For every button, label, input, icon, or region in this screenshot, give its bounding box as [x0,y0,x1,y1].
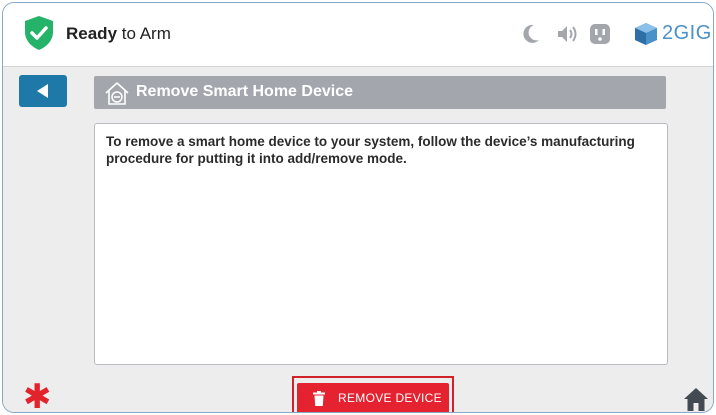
asterisk-icon[interactable]: ✱ [23,380,52,412]
panel-frame: Ready to Arm 2GIG Remove Smart Home Devi… [2,2,714,413]
home-icon[interactable] [683,386,709,412]
shield-check-icon [25,16,53,50]
status-header: Ready to Arm 2GIG [3,3,713,67]
page-title-bar: Remove Smart Home Device [94,76,666,109]
moon-icon[interactable] [521,23,541,45]
trash-icon [313,391,325,406]
arrow-left-icon [37,84,48,98]
speaker-icon[interactable] [556,23,580,45]
home-remove-icon [105,82,129,105]
brand-name: 2GIG [662,22,712,44]
outlet-icon[interactable] [589,23,611,45]
system-status: Ready to Arm [66,24,171,44]
instructions-text: To remove a smart home device to your sy… [106,134,635,166]
status-suffix: to Arm [117,24,171,43]
instructions-panel: To remove a smart home device to your sy… [94,123,668,365]
back-button[interactable] [19,75,67,107]
remove-device-button[interactable]: REMOVE DEVICE [297,383,449,412]
cube-logo-icon [635,23,657,45]
remove-device-label: REMOVE DEVICE [338,391,442,405]
status-ready: Ready [66,24,118,43]
page-title: Remove Smart Home Device [136,83,353,100]
